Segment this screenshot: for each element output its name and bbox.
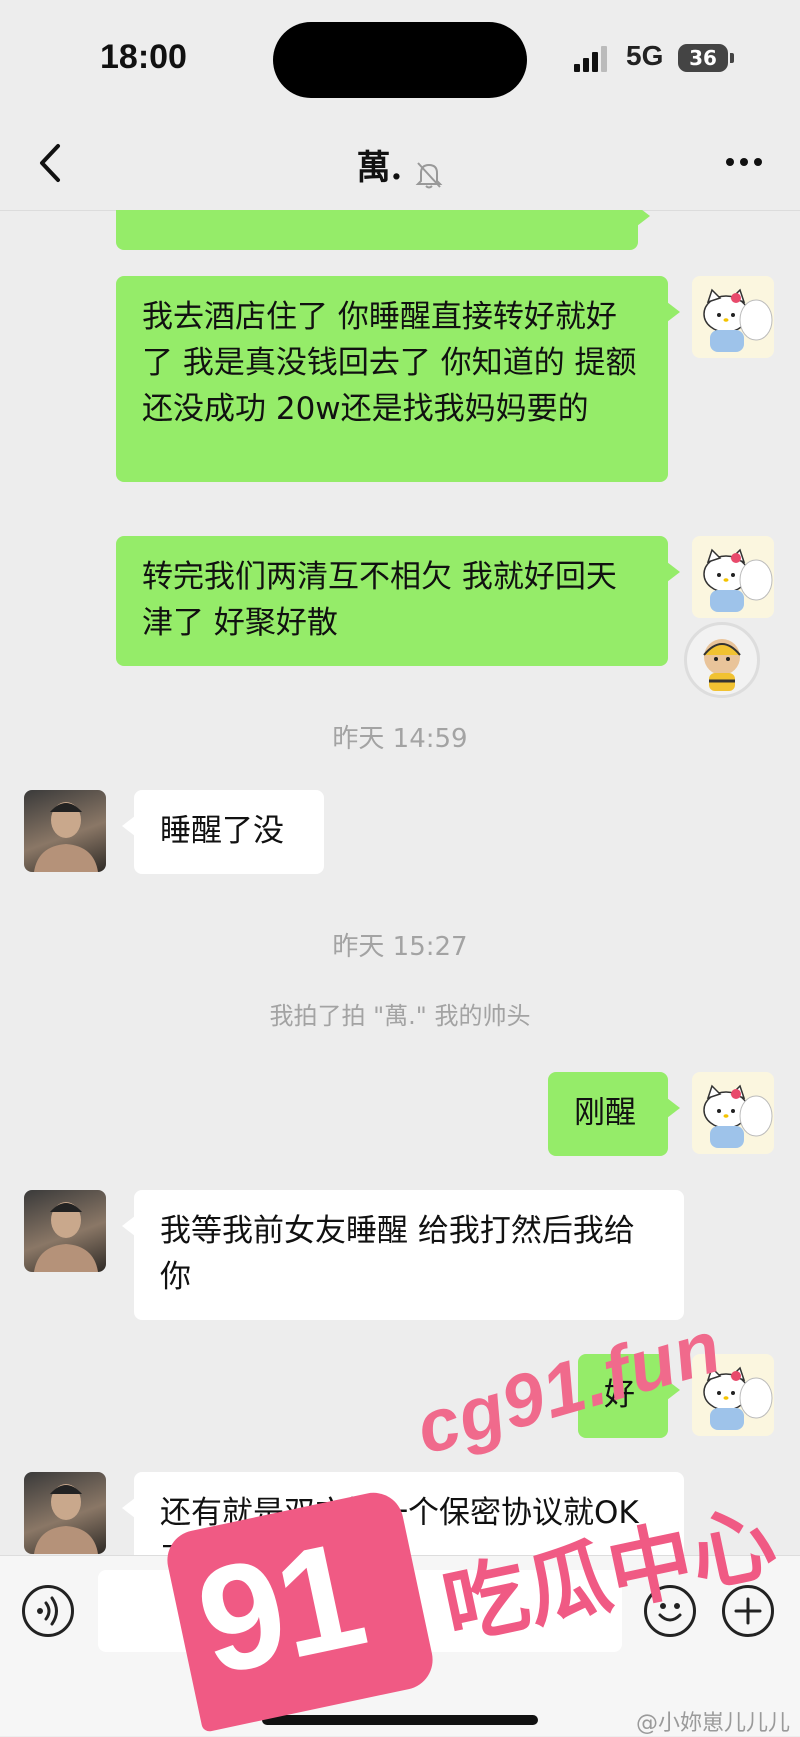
floating-bubble-avatar[interactable] [684,622,760,698]
hello-kitty-avatar-icon [703,548,773,612]
smiley-icon [658,1603,682,1622]
voice-input-button[interactable] [22,1585,74,1637]
dynamic-island [273,22,527,98]
home-indicator[interactable] [262,1715,538,1725]
contact-photo-icon [34,1202,98,1272]
chat-title-wrap: 萬. [0,140,800,190]
cellular-signal-icon [574,44,610,72]
network-type: 5G [626,40,664,71]
my-avatar[interactable] [692,1354,774,1436]
message-bubble-outgoing[interactable]: 我去酒店住了 你睡醒直接转好就好了 我是真没钱回去了 你知道的 提额还没成功 2… [116,276,680,482]
system-message-pat: 我拍了拍 "萬." 我的帅头 [269,1002,531,1030]
bee-character-icon [703,639,741,691]
message-bubble-outgoing[interactable]: 刚醒 [548,1072,680,1156]
message-bubble-outgoing[interactable]: 好 [578,1354,680,1438]
contact-avatar[interactable] [24,1472,106,1554]
chat-message-list[interactable]: 我去酒店住了 你睡醒直接转好就好了 我是真没钱回去了 你知道的 提额还没成功 2… [0,210,800,1555]
status-bar: 18:00 5G 36 [0,0,800,120]
more-actions-button[interactable] [722,1585,774,1637]
emoji-button[interactable] [644,1585,696,1637]
my-avatar[interactable] [692,276,774,358]
contact-photo-icon [34,802,98,872]
hello-kitty-avatar-icon [703,1366,773,1430]
chat-title: 萬. [356,148,403,188]
ellipsis-icon [726,158,762,166]
plus-icon [734,1597,762,1625]
voice-wave-icon [37,1596,58,1626]
contact-photo-icon [34,1484,98,1554]
more-options-button[interactable] [724,142,764,191]
battery-icon: 36 [678,44,734,72]
hello-kitty-avatar-icon [703,288,773,352]
muted-bell-icon [416,161,443,188]
message-bubble-outgoing[interactable] [116,210,650,250]
message-input[interactable] [98,1570,622,1652]
chat-header: 萬. [0,120,800,211]
my-avatar[interactable] [692,536,774,618]
message-bubble-incoming[interactable]: 还有就是双方签一个保密协议就OK了 [122,1472,684,1555]
chat-input-bar [0,1555,800,1676]
message-bubble-incoming[interactable]: 睡醒了没 [122,790,324,874]
hello-kitty-avatar-icon [703,1084,773,1148]
contact-avatar[interactable] [24,1190,106,1272]
timestamp: 昨天 14:59 [332,724,468,754]
message-bubble-outgoing[interactable]: 转完我们两清互不相欠 我就好回天津了 好聚好散 [116,536,680,666]
message-bubble-incoming[interactable]: 我等我前女友睡醒 给我打然后我给你 [122,1190,684,1320]
status-time: 18:00 [100,38,187,76]
my-avatar[interactable] [692,1072,774,1154]
weibo-credit: @小妳崽儿儿儿 [635,1711,790,1736]
contact-avatar[interactable] [24,790,106,872]
timestamp: 昨天 15:27 [332,932,468,962]
